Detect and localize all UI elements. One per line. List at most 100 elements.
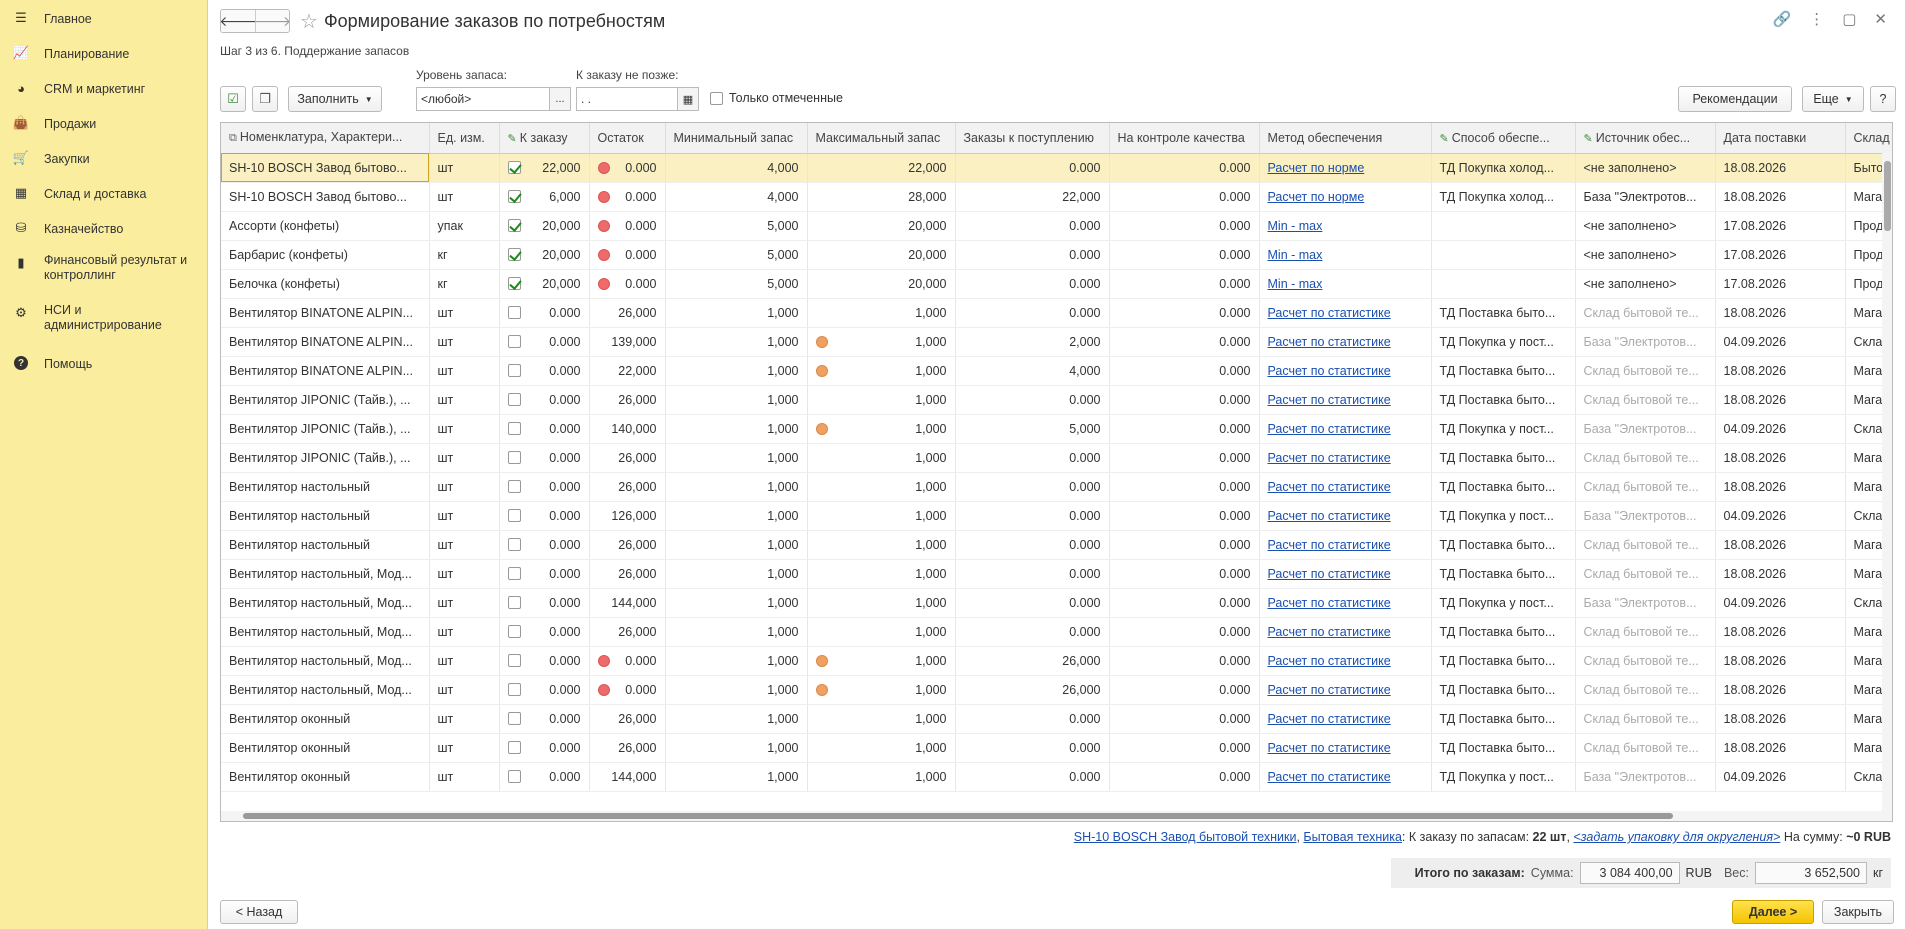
- supply-method-link[interactable]: Расчет по статистике: [1268, 422, 1391, 436]
- table-row[interactable]: Вентилятор оконный шт 0.000 26,000 1,000 1,00…: [221, 704, 1892, 734]
- column-header[interactable]: Ед. изм.: [429, 123, 500, 154]
- table-row[interactable]: Вентилятор настольный шт 0.000 126,000 1,000…: [221, 501, 1892, 531]
- delivery-date-cell[interactable]: 18.08.2026: [1715, 385, 1846, 415]
- order-by-date-field[interactable]: . .: [576, 87, 678, 111]
- supply-method-cell[interactable]: Расчет по статистике: [1259, 327, 1432, 357]
- order-qty-cell[interactable]: 0.000: [499, 501, 590, 531]
- supply-method-cell[interactable]: Расчет по норме: [1259, 182, 1432, 212]
- delivery-date-cell[interactable]: 18.08.2026: [1715, 617, 1846, 647]
- supply-method-cell[interactable]: Расчет по статистике: [1259, 762, 1432, 792]
- supply-method-link[interactable]: Min - max: [1268, 219, 1323, 233]
- supply-method-cell[interactable]: Расчет по статистике: [1259, 443, 1432, 473]
- table-row[interactable]: Вентилятор настольный, Мод... шт 0.000 0.00…: [221, 675, 1892, 705]
- supply-method-link[interactable]: Расчет по норме: [1268, 190, 1365, 204]
- supply-source-cell[interactable]: Склад бытовой те...: [1575, 675, 1716, 705]
- sidebar-item-0[interactable]: ☰ Главное: [0, 0, 207, 35]
- order-qty-cell[interactable]: 0.000: [499, 675, 590, 705]
- supply-method-link[interactable]: Расчет по статистике: [1268, 625, 1391, 639]
- supply-source-cell[interactable]: <не заполнено>: [1575, 211, 1716, 241]
- order-qty-cell[interactable]: 0.000: [499, 327, 590, 357]
- horizontal-scrollbar[interactable]: [221, 811, 1884, 821]
- help-button[interactable]: ?: [1870, 86, 1896, 112]
- column-header[interactable]: Остаток: [589, 123, 666, 154]
- stock-level-select-button[interactable]: ...: [549, 87, 571, 111]
- supply-method-cell[interactable]: Расчет по статистике: [1259, 530, 1432, 560]
- item-name-cell[interactable]: Вентилятор оконный: [221, 704, 430, 734]
- supply-source-cell[interactable]: Склад бытовой те...: [1575, 646, 1716, 676]
- row-checkbox[interactable]: [507, 769, 521, 783]
- table-row[interactable]: Вентилятор настольный, Мод... шт 0.000 26,0…: [221, 559, 1892, 589]
- sidebar-item-1[interactable]: 📈 Планирование: [0, 35, 207, 70]
- supply-method-cell[interactable]: Расчет по статистике: [1259, 646, 1432, 676]
- more-button[interactable]: Еще ▼: [1802, 86, 1864, 112]
- supply-method-link[interactable]: Расчет по статистике: [1268, 741, 1391, 755]
- supply-method-link[interactable]: Расчет по статистике: [1268, 335, 1391, 349]
- supply-method-cell[interactable]: Расчет по статистике: [1259, 704, 1432, 734]
- order-qty-cell[interactable]: 0.000: [499, 704, 590, 734]
- supply-method-cell[interactable]: Расчет по статистике: [1259, 385, 1432, 415]
- table-row[interactable]: Вентилятор BINATONE ALPIN... шт 0.000 22,00…: [221, 356, 1892, 386]
- supply-way-cell[interactable]: ТД Покупка у пост...: [1431, 327, 1576, 357]
- delivery-date-cell[interactable]: 18.08.2026: [1715, 530, 1846, 560]
- calendar-icon[interactable]: ▦: [677, 87, 699, 111]
- supply-source-cell[interactable]: Склад бытовой те...: [1575, 298, 1716, 328]
- delivery-date-cell[interactable]: 04.09.2026: [1715, 588, 1846, 618]
- order-qty-cell[interactable]: 0.000: [499, 617, 590, 647]
- back-button[interactable]: < Назад: [220, 900, 298, 924]
- horizontal-scroll-thumb[interactable]: [243, 813, 1673, 819]
- supply-method-link[interactable]: Расчет по статистике: [1268, 654, 1391, 668]
- supply-source-cell[interactable]: <не заполнено>: [1575, 269, 1716, 299]
- item-name-cell[interactable]: Вентилятор JIPONIC (Тайв.), ...: [221, 443, 430, 473]
- supply-way-cell[interactable]: ТД Поставка быто...: [1431, 617, 1576, 647]
- supply-method-link[interactable]: Расчет по статистике: [1268, 306, 1391, 320]
- supply-way-cell[interactable]: ТД Поставка быто...: [1431, 646, 1576, 676]
- delivery-date-cell[interactable]: 18.08.2026: [1715, 675, 1846, 705]
- supply-method-cell[interactable]: Расчет по статистике: [1259, 588, 1432, 618]
- table-row[interactable]: Вентилятор JIPONIC (Тайв.), ... шт 0.000 26…: [221, 385, 1892, 415]
- item-name-cell[interactable]: Вентилятор настольный, Мод...: [221, 559, 430, 589]
- table-row[interactable]: Вентилятор BINATONE ALPIN... шт 0.000 26,00…: [221, 298, 1892, 328]
- delivery-date-cell[interactable]: 18.08.2026: [1715, 443, 1846, 473]
- fill-button[interactable]: Заполнить ▼: [288, 86, 382, 112]
- row-checkbox[interactable]: [507, 305, 521, 319]
- row-checkbox[interactable]: [507, 392, 521, 406]
- table-row[interactable]: Белочка (конфеты) кг 20,000 0.000 5,000 20,00…: [221, 269, 1892, 299]
- supply-way-cell[interactable]: ТД Поставка быто...: [1431, 356, 1576, 386]
- item-name-cell[interactable]: Вентилятор JIPONIC (Тайв.), ...: [221, 385, 430, 415]
- supply-way-cell[interactable]: ТД Покупка у пост...: [1431, 414, 1576, 444]
- supply-way-cell[interactable]: [1431, 211, 1576, 241]
- row-checkbox[interactable]: [507, 711, 521, 725]
- delivery-date-cell[interactable]: 18.08.2026: [1715, 733, 1846, 763]
- supply-way-cell[interactable]: ТД Поставка быто...: [1431, 298, 1576, 328]
- table-row[interactable]: Ассорти (конфеты) упак 20,000 0.000 5,000 20,…: [221, 211, 1892, 241]
- table-row[interactable]: Вентилятор настольный шт 0.000 26,000 1,000 1…: [221, 530, 1892, 560]
- order-qty-cell[interactable]: 0.000: [499, 559, 590, 589]
- order-qty-cell[interactable]: 22,000: [499, 153, 590, 183]
- supply-method-link[interactable]: Расчет по статистике: [1268, 683, 1391, 697]
- row-checkbox[interactable]: [507, 566, 521, 580]
- row-checkbox[interactable]: [507, 363, 521, 377]
- supply-way-cell[interactable]: ТД Поставка быто...: [1431, 675, 1576, 705]
- row-checkbox[interactable]: [507, 537, 521, 551]
- close-button[interactable]: Закрыть: [1822, 900, 1894, 924]
- supply-method-cell[interactable]: Расчет по норме: [1259, 153, 1432, 183]
- item-name-cell[interactable]: Вентилятор BINATONE ALPIN...: [221, 327, 430, 357]
- item-name-cell[interactable]: Вентилятор BINATONE ALPIN...: [221, 356, 430, 386]
- next-button[interactable]: Далее >: [1732, 900, 1814, 924]
- item-name-cell[interactable]: Вентилятор настольный: [221, 501, 430, 531]
- delivery-date-cell[interactable]: 18.08.2026: [1715, 704, 1846, 734]
- delivery-date-cell[interactable]: 17.08.2026: [1715, 240, 1846, 270]
- item-name-cell[interactable]: Вентилятор настольный: [221, 472, 430, 502]
- row-checkbox[interactable]: [507, 247, 521, 261]
- sidebar-item-4[interactable]: 🛒 Закупки: [0, 140, 207, 175]
- row-checkbox[interactable]: [507, 682, 521, 696]
- supply-method-cell[interactable]: Min - max: [1259, 211, 1432, 241]
- column-header[interactable]: Заказы к поступлению: [955, 123, 1110, 154]
- stock-level-field[interactable]: <любой>: [416, 87, 550, 111]
- supply-way-cell[interactable]: ТД Поставка быто...: [1431, 559, 1576, 589]
- delivery-date-cell[interactable]: 18.08.2026: [1715, 356, 1846, 386]
- pack-link[interactable]: <задать упаковку для округления>: [1573, 830, 1780, 844]
- sidebar-item-7[interactable]: ▮ Финансовый результат и контроллинг: [0, 245, 207, 295]
- table-row[interactable]: Вентилятор настольный, Мод... шт 0.000 26,0…: [221, 617, 1892, 647]
- supply-method-cell[interactable]: Расчет по статистике: [1259, 675, 1432, 705]
